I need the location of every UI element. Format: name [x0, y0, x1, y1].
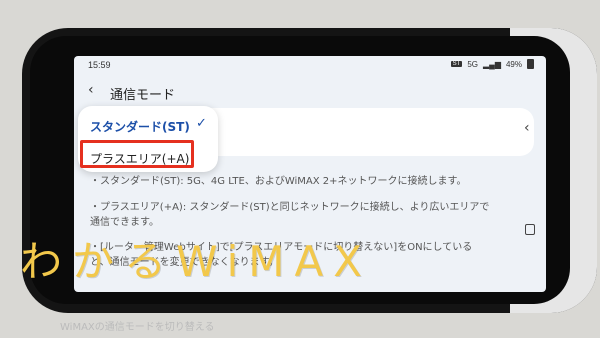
- status-icons: ST 5G ▂▄▆ 49%: [450, 59, 534, 69]
- description-plus-area: ・プラスエリア(+A): スタンダード(ST)と同じネットワークに接続し、より広…: [90, 202, 490, 228]
- status-bar: 15:59 ST 5G ▂▄▆ 49%: [74, 56, 546, 78]
- description-standard: ・スタンダード(ST): 5G、4G LTE、およびWiMAX 2+ネットワーク…: [90, 176, 467, 187]
- check-icon: ✓: [196, 116, 207, 131]
- chevron-left-icon[interactable]: ‹: [524, 120, 530, 136]
- status-time: 15:59: [88, 60, 111, 70]
- watermark-text: わかるWiMAX: [20, 237, 373, 286]
- home-square-icon[interactable]: [525, 224, 535, 235]
- signal-icon: ▂▄▆: [483, 59, 501, 69]
- title-bar: ‹ 通信モード: [74, 78, 546, 106]
- battery-text: 49%: [505, 59, 522, 69]
- mode-badge: ST: [450, 61, 463, 67]
- highlight-box: [80, 140, 194, 168]
- network-type: 5G: [467, 59, 478, 69]
- caption-below: WiMAXの通信モードを切り替える: [60, 322, 215, 333]
- battery-icon: [527, 59, 534, 69]
- option-standard[interactable]: スタンダード(ST): [90, 118, 190, 135]
- page-title: 通信モード: [110, 88, 176, 103]
- back-arrow-icon[interactable]: ‹: [88, 82, 94, 98]
